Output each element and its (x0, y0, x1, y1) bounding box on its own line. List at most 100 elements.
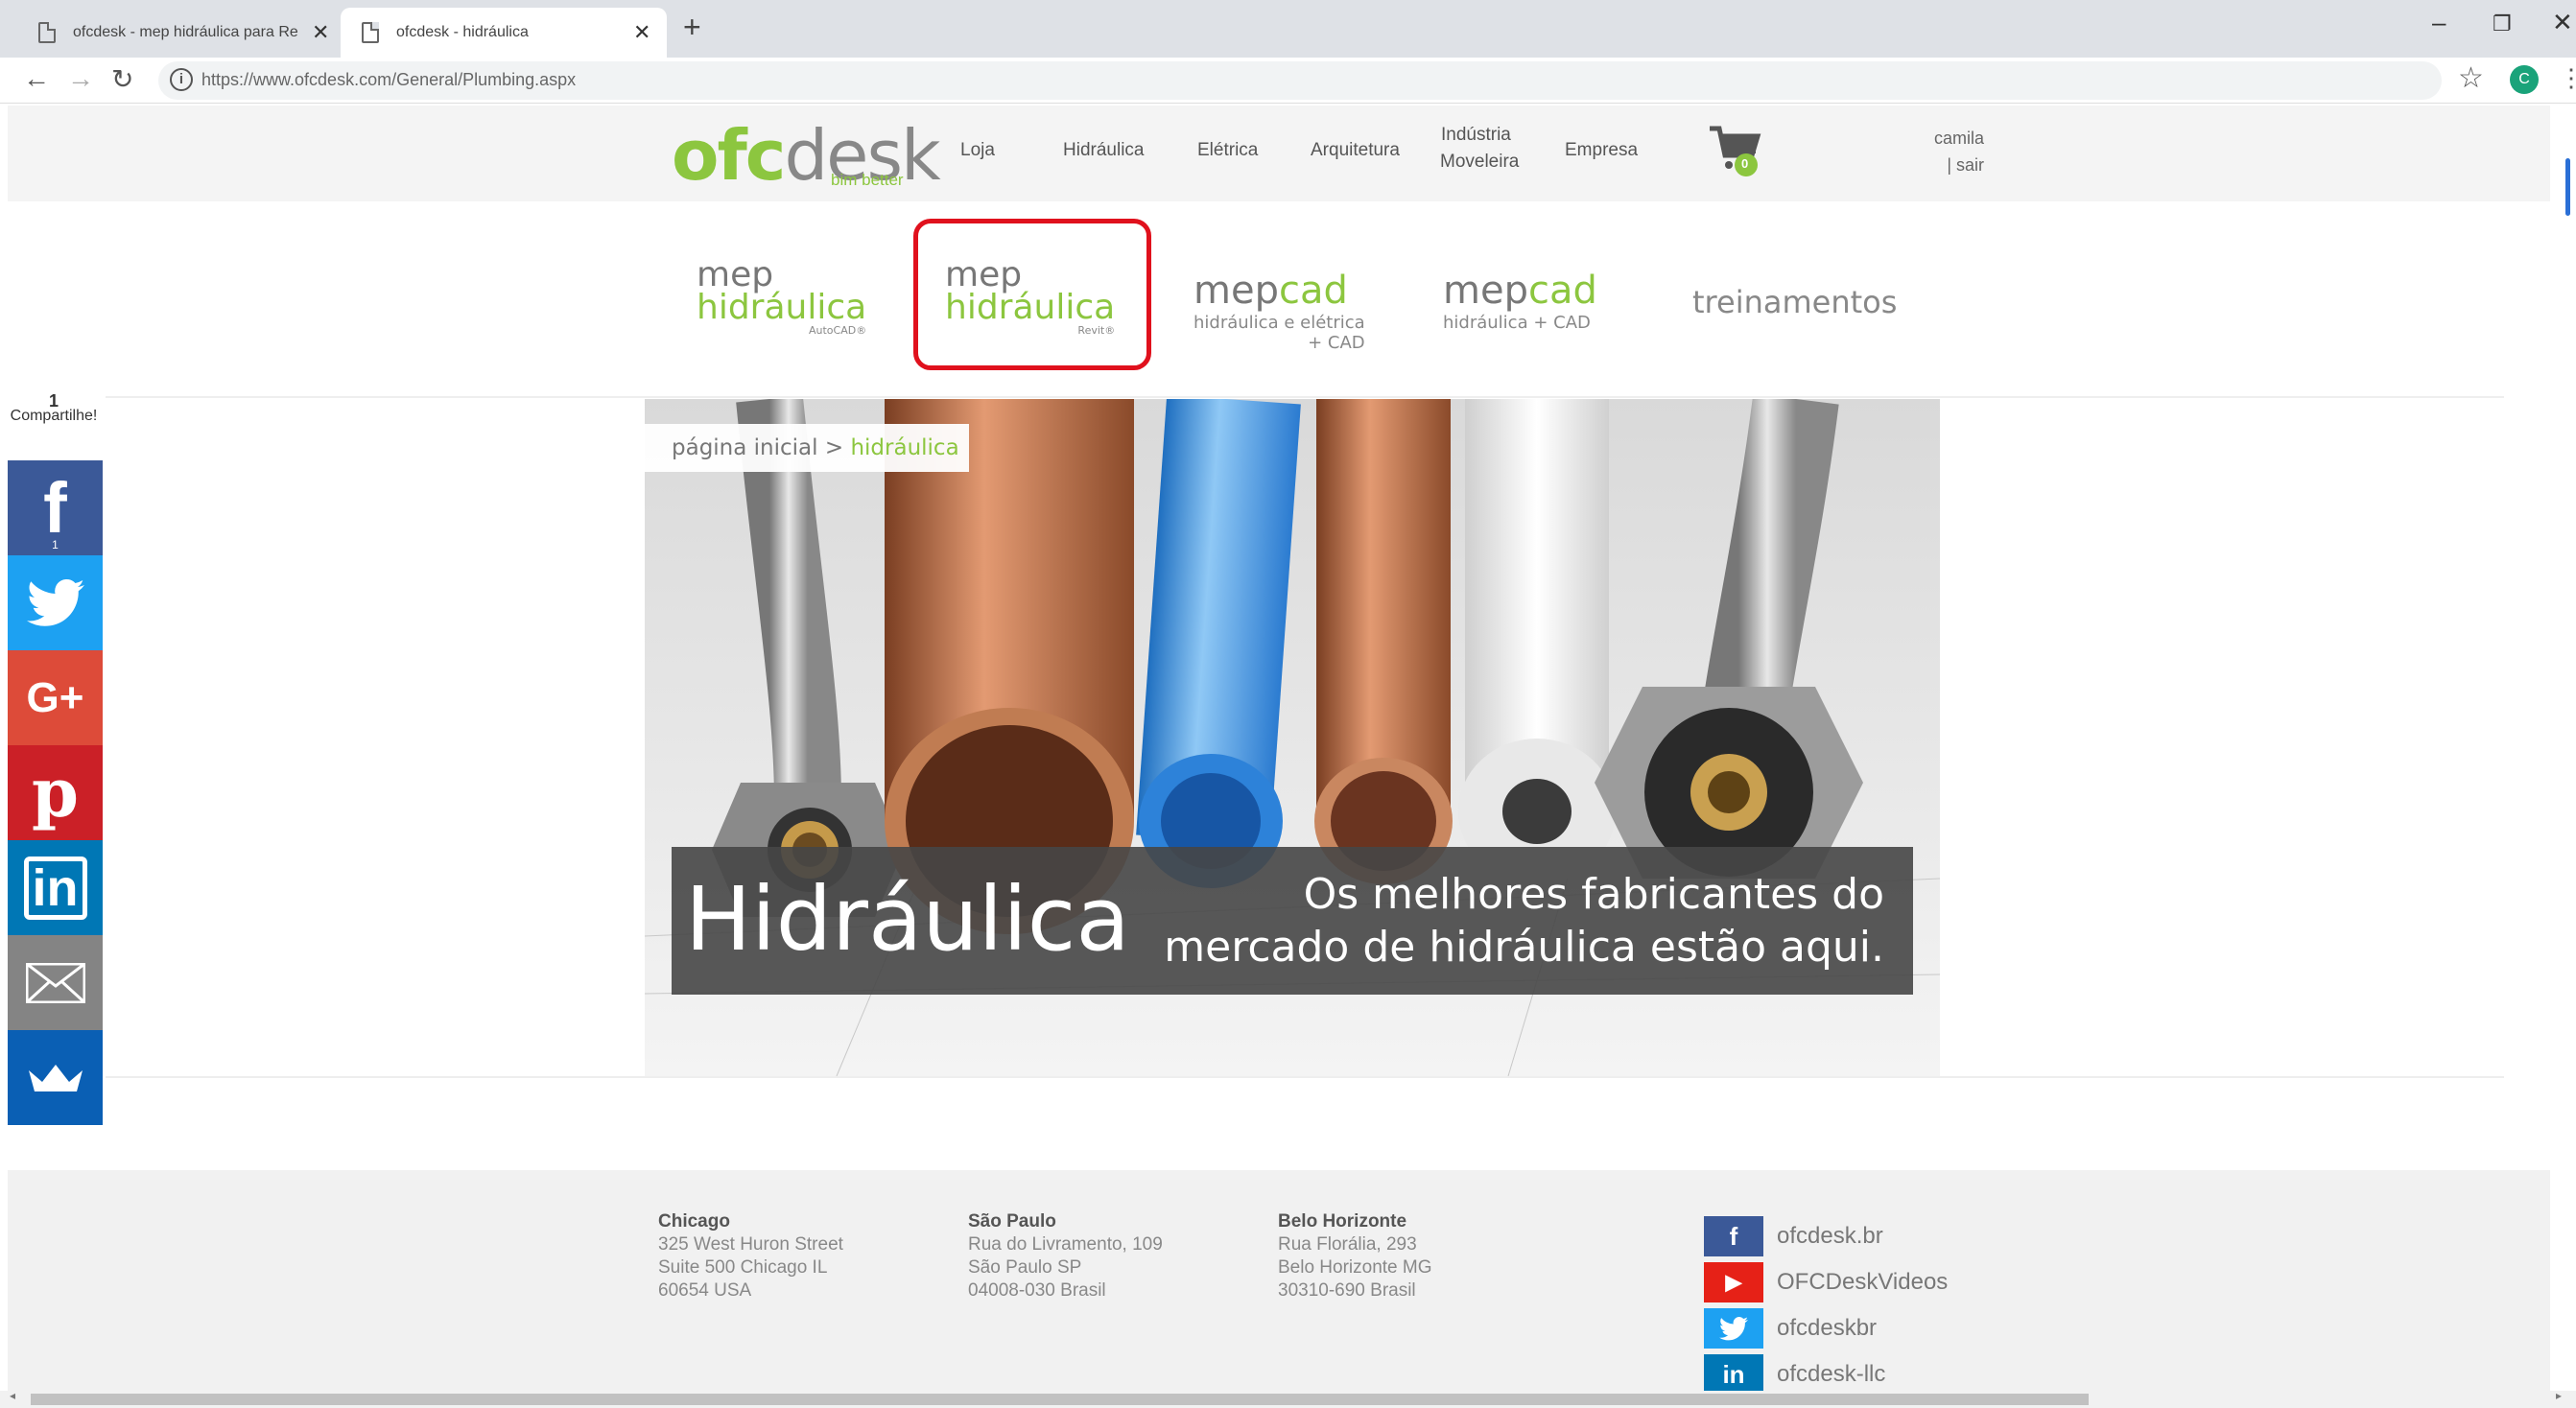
share-linkedin-button[interactable]: in (8, 840, 103, 935)
product-sub: + CAD (1308, 333, 1365, 353)
restore-icon[interactable]: ❐ (2493, 12, 2512, 36)
footer-social-label: OFCDeskVideos (1777, 1269, 1949, 1295)
office-line: Belo Horizonte MG (1278, 1257, 1432, 1278)
menu-icon[interactable]: ⋮ (2559, 63, 2576, 93)
office-sao-paulo: São Paulo Rua do Livramento, 109 São Pau… (968, 1210, 1163, 1302)
share-pinterest-button[interactable]: p (8, 745, 103, 840)
document-icon (362, 22, 379, 43)
tab-title: ofcdesk - mep hidráulica para Re (73, 24, 298, 40)
office-line: 60654 USA (658, 1280, 752, 1301)
footer-facebook-link[interactable]: f ofcdesk.br (1704, 1216, 1883, 1256)
footer-twitter-link[interactable]: ofcdeskbr (1704, 1308, 1877, 1349)
logout-link[interactable]: | sair (1879, 152, 1984, 178)
product-line1: mep (697, 255, 774, 294)
profile-avatar[interactable]: C (2510, 65, 2539, 94)
footer: Chicago 325 West Huron Street Suite 500 … (8, 1170, 2550, 1395)
product-mep: mep (1193, 269, 1279, 313)
office-city: Belo Horizonte (1278, 1211, 1407, 1232)
horizontal-scrollbar[interactable]: ◂ ▸ (0, 1389, 2576, 1408)
new-tab-icon[interactable]: + (683, 10, 701, 45)
site-header: ofcdesk bim better Loja Hidráulica Elétr… (8, 106, 2550, 201)
office-city: Chicago (658, 1211, 730, 1232)
office-line: 325 West Huron Street (658, 1234, 843, 1255)
footer-social-label: ofcdesk-llc (1777, 1361, 1886, 1387)
username[interactable]: camila (1879, 125, 1984, 152)
close-window-icon[interactable]: ✕ (2552, 8, 2573, 37)
horizontal-scrollbar-thumb[interactable] (31, 1394, 2089, 1405)
close-tab-icon[interactable]: ✕ (312, 20, 329, 45)
browser-tab-active[interactable]: ofcdesk - hidráulica ✕ (341, 8, 667, 58)
product-cad: cad (1527, 269, 1597, 313)
nav-industria[interactable]: Indústria (1441, 125, 1511, 146)
close-tab-icon[interactable]: ✕ (633, 20, 650, 45)
hero-subtitle-line2: mercado de hidráulica estão aqui. (1164, 923, 1884, 972)
office-line: São Paulo SP (968, 1257, 1082, 1278)
email-icon (25, 962, 85, 1003)
footer-linkedin-link[interactable]: in ofcdesk-llc (1704, 1354, 1885, 1395)
info-icon[interactable]: i (170, 68, 193, 91)
google-plus-icon: G+ (26, 673, 84, 721)
product-line2: hidráulica (697, 288, 867, 327)
share-facebook-button[interactable]: f 1 (8, 460, 103, 555)
product-mep-hidraulica-autocad[interactable]: mep hidráulica AutoCAD® (697, 255, 867, 338)
share-twitter-button[interactable] (8, 555, 103, 650)
product-mep: mep (1443, 269, 1528, 313)
back-icon[interactable]: ← (23, 63, 50, 94)
share-googleplus-button[interactable]: G+ (8, 650, 103, 745)
nav-hidraulica[interactable]: Hidráulica (1063, 140, 1144, 161)
bookmark-star-icon[interactable]: ☆ (2458, 61, 2484, 95)
office-line: 04008-030 Brasil (968, 1280, 1106, 1301)
nav-loja[interactable]: Loja (960, 140, 995, 161)
product-mep-hidraulica-revit[interactable]: mep hidráulica Revit® (945, 255, 1116, 338)
nav-arquitetura[interactable]: Arquitetura (1311, 140, 1400, 161)
facebook-icon: f (43, 468, 67, 548)
crown-icon (28, 1064, 83, 1091)
twitter-icon (26, 578, 84, 626)
document-icon (38, 22, 56, 43)
nav-empresa[interactable]: Empresa (1565, 140, 1638, 161)
product-line1: mep (945, 255, 1023, 294)
breadcrumb-home[interactable]: página inicial (672, 435, 818, 460)
product-sub: hidráulica + CAD (1443, 313, 1591, 333)
footer-youtube-link[interactable]: ▶ OFCDeskVideos (1704, 1262, 1948, 1302)
office-line: Suite 500 Chicago IL (658, 1257, 828, 1278)
office-city: São Paulo (968, 1211, 1056, 1232)
breadcrumb: página inicial > hidráulica (645, 424, 969, 472)
share-label: Compartilhe! (10, 408, 98, 424)
breadcrumb-separator: > (824, 435, 844, 460)
share-email-button[interactable] (8, 935, 103, 1030)
product-treinamentos[interactable]: treinamentos (1692, 284, 1897, 320)
product-cad: cad (1278, 269, 1348, 313)
browser-tab-bar: ofcdesk - mep hidráulica para Re ✕ ofcde… (0, 0, 2576, 58)
nav-eletrica[interactable]: Elétrica (1197, 140, 1258, 161)
share-count: 1 (48, 391, 59, 411)
linkedin-icon: in (1704, 1354, 1763, 1395)
cart-count: 0 (1741, 156, 1749, 171)
linkedin-icon: in (23, 856, 87, 920)
pinterest-icon: p (32, 753, 79, 833)
product-mepcad-hidraulica[interactable]: mepcad hidráulica + CAD (1443, 269, 1597, 333)
scroll-left-icon[interactable]: ◂ (10, 1389, 15, 1402)
scroll-right-icon[interactable]: ▸ (2556, 1389, 2562, 1402)
footer-social-label: ofcdesk.br (1777, 1223, 1883, 1249)
office-line: Rua Florália, 293 (1278, 1234, 1417, 1255)
minimize-icon[interactable]: – (2432, 8, 2446, 37)
product-sub: hidráulica e elétrica (1193, 313, 1365, 333)
vertical-scrollbar-thumb[interactable] (2565, 158, 2570, 216)
reload-icon[interactable]: ↻ (111, 63, 133, 95)
browser-tab[interactable]: ofcdesk - mep hidráulica para Re ✕ (19, 8, 336, 58)
hero-caption: Hidráulica Os melhores fabricantes do me… (672, 847, 1913, 995)
youtube-icon: ▶ (1704, 1262, 1763, 1302)
url-text[interactable]: https://www.ofcdesk.com/General/Plumbing… (201, 70, 576, 90)
cart-icon[interactable]: 0 (1708, 123, 1761, 180)
product-mepcad-hidraulica-eletrica[interactable]: mepcad hidráulica e elétrica + CAD (1193, 269, 1365, 353)
logo-ofc: ofc (672, 115, 786, 196)
facebook-icon: f (1704, 1216, 1763, 1256)
forward-icon[interactable]: → (67, 63, 94, 94)
office-chicago: Chicago 325 West Huron Street Suite 500 … (658, 1210, 843, 1302)
share-crown-button[interactable] (8, 1030, 103, 1125)
office-belo-horizonte: Belo Horizonte Rua Florália, 293 Belo Ho… (1278, 1210, 1432, 1302)
product-line2: hidráulica (945, 288, 1116, 327)
nav-moveleira[interactable]: Moveleira (1440, 152, 1519, 173)
url-field[interactable]: i https://www.ofcdesk.com/General/Plumbi… (158, 61, 2442, 100)
